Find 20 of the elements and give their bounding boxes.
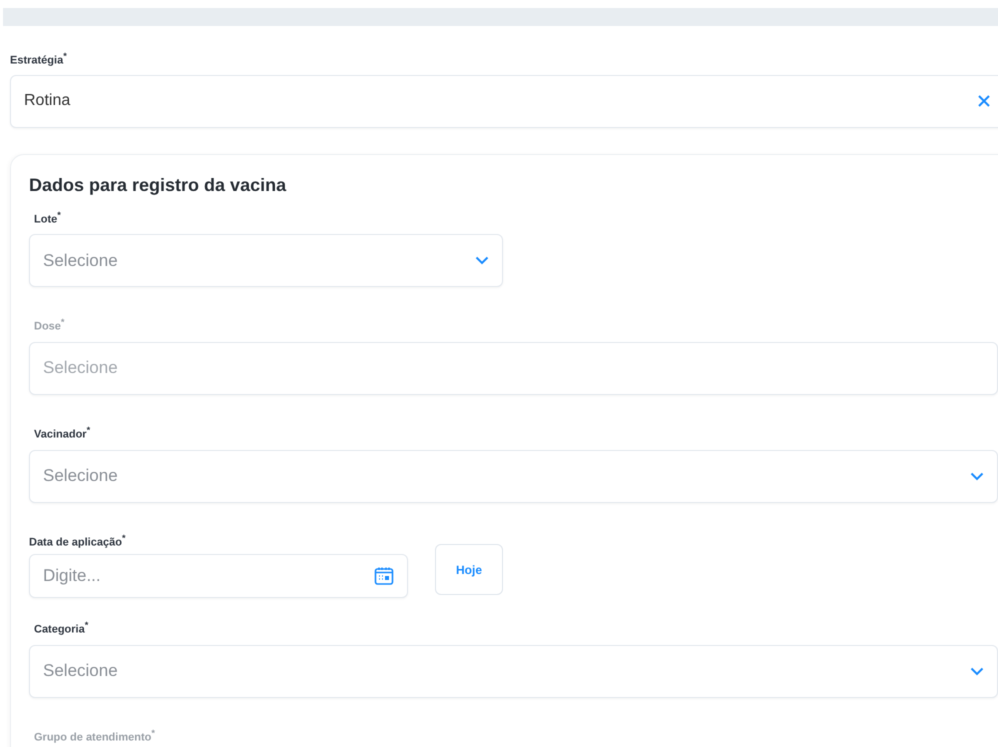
select-field[interactable]: Selecione	[29, 234, 503, 288]
select-field: Selecione	[29, 342, 998, 395]
field-label: Data de aplicação$^{*}$	[29, 532, 127, 548]
chevron-down-icon	[475, 256, 489, 266]
field-label: Categoria$^{*}$	[34, 620, 90, 636]
today-button[interactable]: Hoje	[435, 544, 503, 596]
field-label: Grupo de atendimento$^{*}$	[34, 728, 156, 744]
field-label: Estratégia$^{*}$	[10, 51, 68, 67]
date-field[interactable]: Digite...	[29, 554, 408, 598]
chevron-down-icon	[970, 472, 984, 481]
close-icon[interactable]	[977, 94, 991, 108]
calendar-icon[interactable]	[374, 566, 394, 586]
strategy-field[interactable]: Rotina	[10, 74, 998, 128]
field-label: Vacinador$^{*}$	[34, 424, 92, 441]
select-field[interactable]: Selecione	[29, 450, 998, 503]
section-title: Dados para registro da vacina	[29, 174, 288, 196]
field-label: Lote$^{*}$	[34, 210, 62, 226]
chevron-down-icon	[970, 666, 984, 676]
field-label: Dose$^{*}$	[34, 317, 66, 333]
select-field[interactable]: Selecione	[29, 644, 998, 698]
